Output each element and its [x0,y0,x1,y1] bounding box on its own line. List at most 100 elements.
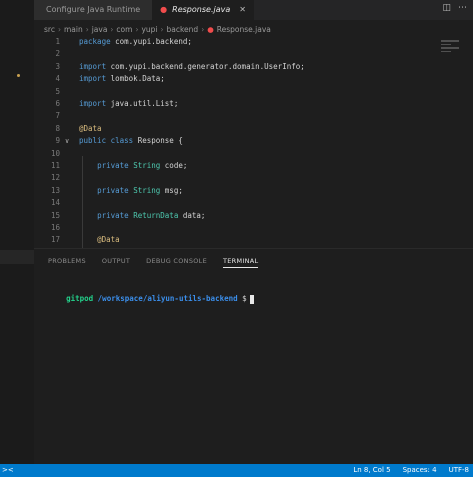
line-number: 11 [50,161,60,170]
status-bar: >< Ln 8, Col 5 Spaces: 4 UTF-8 [0,464,473,477]
indentation-status[interactable]: Spaces: 4 [403,466,437,474]
tab-label: Configure Java Runtime [46,5,141,14]
terminal-path: /workspace/aliyun-utils-backend [97,294,238,303]
code-token: import [79,61,107,71]
code-token: String [133,185,161,195]
code-token: private [97,161,129,170]
code-line[interactable]: 3 import com.yupi.backend.generator.domai… [34,61,473,73]
more-actions-icon[interactable]: ⋯ [458,3,467,13]
tab-debug-console[interactable]: DEBUG CONSOLE [146,257,207,268]
activity-indicator-dot [17,74,20,77]
code-line[interactable]: 11 private String code; [34,160,473,172]
line-number: 3 [55,61,60,71]
code-line[interactable]: 7 [34,110,473,122]
chevron-right-icon: › [85,24,89,34]
code-token: ReturnData [133,210,179,220]
terminal-user: gitpod [66,294,94,303]
code-line[interactable]: 13 private String msg; [34,185,473,197]
bottom-panel: PROBLEMS OUTPUT DEBUG CONSOLE TERMINAL g… [34,248,473,465]
code-line[interactable]: 16 [34,222,473,234]
terminal[interactable]: gitpod /workspace/aliyun-utils-backend $ [48,285,254,313]
code-line[interactable]: 8 @Data [34,123,473,135]
tab-response-java[interactable]: ● Response.java ✕ [152,0,254,20]
code-line[interactable]: 1 package com.yupi.backend; [34,36,473,48]
terminal-prompt: $ [242,294,247,303]
code-text: private String msg; [79,185,183,197]
code-text: @Data [79,234,120,246]
panel-tabs: PROBLEMS OUTPUT DEBUG CONSOLE TERMINAL [48,257,259,268]
fold-chevron-icon[interactable]: ∨ [65,135,69,147]
breadcrumb-item[interactable]: com [116,25,132,34]
code-line[interactable]: 15 private ReturnData data; [34,210,473,222]
code-editor[interactable]: 1 package com.yupi.backend; 2 3 import com.y… [34,36,473,248]
line-number: 4 [55,74,60,84]
code-token: import [79,74,107,84]
activity-bar [0,0,34,464]
code-text: package com.yupi.backend; [79,36,192,48]
tab-output[interactable]: OUTPUT [102,257,130,268]
code-line[interactable]: 6 import java.util.List; [34,98,473,110]
code-token: private [97,210,129,220]
code-line[interactable]: 2 [34,48,473,60]
breadcrumb-item[interactable]: backend [167,25,199,34]
line-number: 8 [55,123,60,133]
minimap[interactable] [441,40,459,54]
code-token: import [79,99,107,108]
code-text: import com.yupi.backend.generator.domain… [79,61,305,73]
code-text: private ReturnData data; [79,210,205,222]
code-token: lombok.Data; [106,74,165,84]
code-line[interactable]: 14 [34,197,473,209]
breadcrumb-item[interactable]: java [92,25,108,34]
encoding-status[interactable]: UTF-8 [449,466,469,474]
line-number: 14 [50,198,60,208]
chevron-right-icon: › [110,24,114,34]
code-token: private [97,185,129,195]
line-number: 9 [55,136,60,146]
tab-label: Response.java [172,5,231,14]
cursor-position[interactable]: Ln 8, Col 5 [353,466,390,474]
code-token: String [133,161,161,170]
line-number: 12 [50,173,60,183]
code-token: data; [178,210,206,220]
code-token: public class [79,136,134,146]
breadcrumb-item[interactable]: Response.java [217,25,271,34]
code-line[interactable]: 10 [34,148,473,160]
line-number: 2 [55,49,60,59]
java-error-icon: ● [207,24,214,34]
code-line[interactable]: 5 [34,86,473,98]
tab-configure-java-runtime[interactable]: Configure Java Runtime [34,0,153,20]
line-number: 15 [50,210,60,220]
line-number: 5 [55,86,60,96]
chevron-right-icon: › [135,24,139,34]
remote-indicator-icon[interactable]: >< [2,466,14,474]
editor-actions: ◫ ⋯ [442,3,467,13]
tab-problems[interactable]: PROBLEMS [48,257,86,268]
breadcrumb-item[interactable]: src [44,25,55,34]
code-token: code; [160,161,188,170]
breadcrumb: src › main › java › com › yupi › backend… [44,23,271,35]
tab-terminal[interactable]: TERMINAL [223,257,259,268]
line-number: 1 [55,37,60,46]
code-line[interactable]: 17 @Data [34,234,473,246]
code-text: public class Response { [79,135,183,147]
close-icon[interactable]: ✕ [239,0,246,20]
line-number: 10 [50,148,60,158]
breadcrumb-item[interactable]: main [64,25,83,34]
code-token: package [79,37,111,46]
chevron-right-icon: › [57,24,61,34]
code-line[interactable]: 4 import lombok.Data; [34,73,473,85]
code-line[interactable]: 12 [34,172,473,184]
java-error-icon: ● [160,5,168,14]
code-text: private String code; [79,160,187,172]
split-editor-icon[interactable]: ◫ [442,3,451,13]
breadcrumb-item[interactable]: yupi [141,25,157,34]
line-number: 7 [55,111,60,121]
terminal-cursor [249,294,254,304]
code-token: @Data [97,235,120,245]
code-line[interactable]: 9 ∨ public class Response { [34,135,473,147]
code-text: @Data [79,123,102,135]
line-number: 17 [50,235,60,245]
